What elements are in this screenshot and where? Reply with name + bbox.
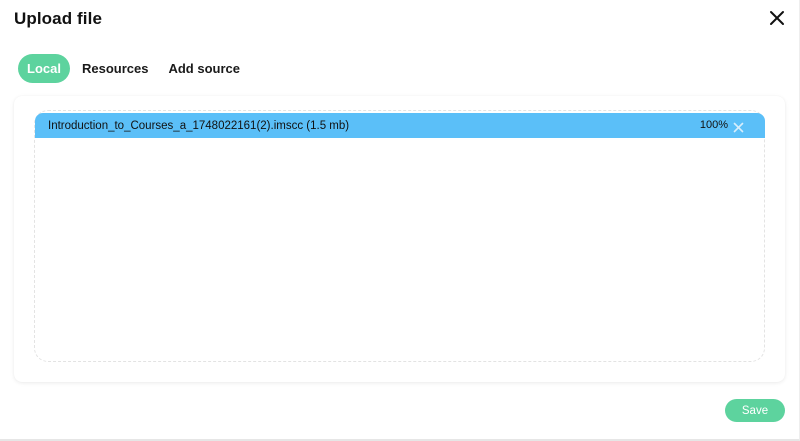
file-name: Introduction_to_Courses_a_1748022161(2).… — [48, 119, 350, 132]
upload-progress-text: 100% — [699, 119, 728, 131]
remove-file-button[interactable] — [733, 120, 744, 133]
close-dialog-button[interactable] — [766, 7, 788, 29]
uploaded-file-item: Introduction_to_Courses_a_1748022161(2).… — [35, 113, 765, 138]
tab-add-source[interactable]: Add source — [160, 54, 248, 83]
tab-local[interactable]: Local — [18, 54, 70, 83]
save-button[interactable]: Save — [725, 399, 785, 422]
close-icon — [770, 11, 784, 25]
source-tabs: Local Resources Add source — [18, 54, 252, 83]
dialog-title: Upload file — [14, 9, 102, 28]
file-dropzone[interactable] — [34, 110, 765, 362]
tab-resources[interactable]: Resources — [74, 54, 156, 83]
upload-file-dialog: Upload file Local Resources Add source I… — [0, 0, 800, 441]
upload-panel: Introduction_to_Courses_a_1748022161(2).… — [14, 96, 785, 382]
close-icon — [733, 122, 744, 133]
